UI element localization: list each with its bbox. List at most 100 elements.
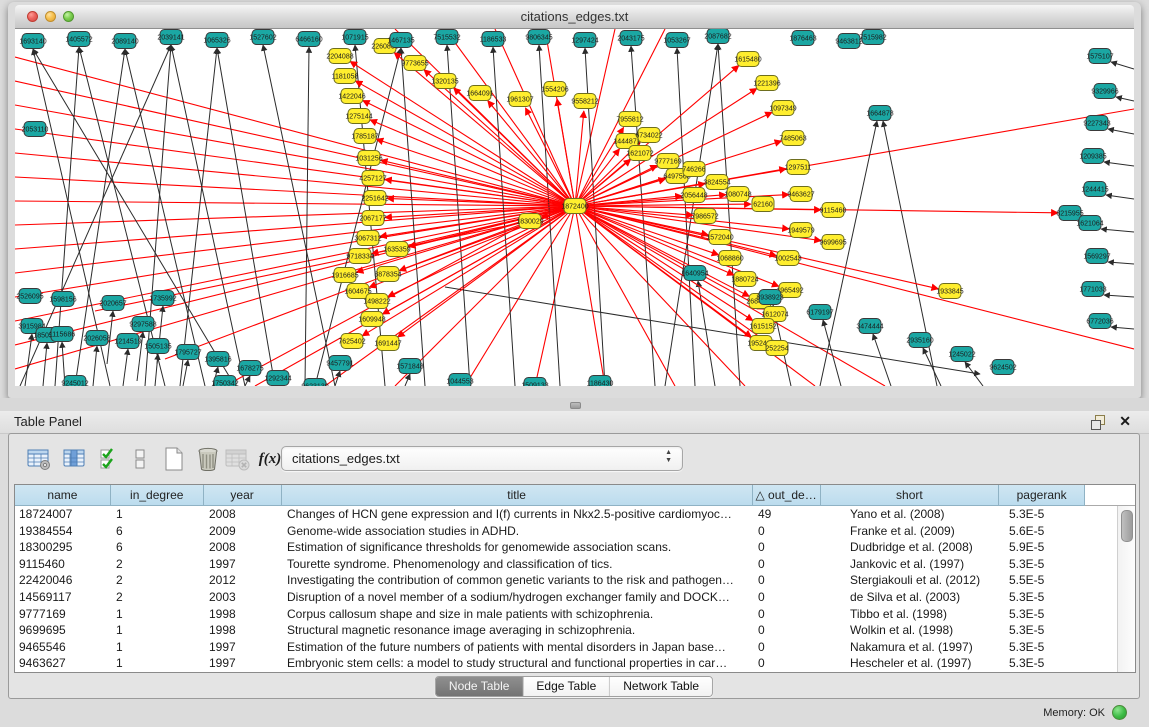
column-header-out_de[interactable]: △ out_de… <box>753 485 821 506</box>
hub-node[interactable]: 1872400 <box>561 199 588 214</box>
graph-node[interactable]: 9624502 <box>989 360 1016 375</box>
graph-node[interactable]: 1750342 <box>211 376 238 387</box>
cell-in_degree[interactable]: 1 <box>111 655 204 672</box>
graph-node[interactable]: 9777169 <box>654 154 681 169</box>
graph-node[interactable]: 1320135 <box>431 74 458 89</box>
graph-node[interactable]: 6466160 <box>295 32 322 47</box>
cell-title[interactable]: Investigating the contribution of common… <box>282 572 754 589</box>
graph-node[interactable]: 1615480 <box>734 52 761 67</box>
graph-node[interactable]: 2056448 <box>680 188 707 203</box>
graph-node[interactable]: 2251642 <box>361 191 388 206</box>
graph-node[interactable]: 2026058 <box>83 331 110 346</box>
cell-title[interactable]: Corpus callosum shape and size in male p… <box>282 606 754 623</box>
graph-node[interactable]: 1186430 <box>587 376 614 387</box>
graph-node[interactable]: 1186533 <box>480 32 507 47</box>
graph-node[interactable]: 9623130 <box>301 379 328 387</box>
cell-year[interactable]: 1998 <box>204 606 282 623</box>
graph-node[interactable]: 9329966 <box>1091 84 1118 99</box>
graph-node[interactable]: 7485063 <box>779 131 806 146</box>
graph-node[interactable]: 2087682 <box>704 29 731 44</box>
table-row[interactable]: 946554611997Estimation of the future num… <box>15 639 1135 656</box>
function-builder-icon[interactable]: f(x) <box>255 444 285 474</box>
graph-node[interactable]: 1275144 <box>345 109 372 124</box>
cell-year[interactable]: 2008 <box>204 506 282 523</box>
graph-node[interactable]: 1795727 <box>174 345 201 360</box>
graph-node[interactable]: 1880724 <box>731 272 758 287</box>
table-row[interactable]: 1872400712008Changes of HCN gene express… <box>15 506 1135 523</box>
cell-out_de[interactable]: 0 <box>754 606 822 623</box>
table-row[interactable]: 1830029562008Estimation of significance … <box>15 539 1135 556</box>
scrollbar-thumb[interactable] <box>1121 510 1133 542</box>
graph-node[interactable]: 9558212 <box>571 94 598 109</box>
new-document-icon[interactable] <box>161 444 191 474</box>
cell-title[interactable]: Estimation of significance thresholds fo… <box>282 539 754 556</box>
cell-pagerank[interactable]: 5.9E-5 <box>1001 539 1087 556</box>
graph-node[interactable]: 1209385 <box>1079 149 1106 164</box>
cell-out_de[interactable]: 0 <box>754 556 822 573</box>
graph-node[interactable]: 9718334 <box>346 249 373 264</box>
cell-title[interactable]: Estimation of the future numbers of pati… <box>282 639 754 656</box>
graph-node[interactable]: 1053267 <box>663 33 690 48</box>
graph-node[interactable]: 4257127 <box>359 171 386 186</box>
graph-node[interactable]: 8878354 <box>374 267 401 282</box>
network-canvas[interactable]: 2204088118105814220461275144178518710312… <box>15 29 1134 386</box>
cell-name[interactable]: 9699695 <box>15 622 111 639</box>
cell-short[interactable]: Franke et al. (2009) <box>822 523 1001 540</box>
graph-node[interactable]: 1395816 <box>204 352 231 367</box>
delete-icon[interactable] <box>195 444 225 474</box>
select-all-icon[interactable] <box>97 444 127 474</box>
cell-year[interactable]: 2008 <box>204 539 282 556</box>
graph-node[interactable]: 746266 <box>682 162 705 177</box>
cell-name[interactable]: 9115460 <box>15 556 111 573</box>
column-header-name[interactable]: name <box>15 485 111 506</box>
graph-node[interactable]: 1244415 <box>1081 182 1108 197</box>
graph-node[interactable]: 7955812 <box>616 112 643 127</box>
cell-pagerank[interactable]: 5.6E-5 <box>1001 523 1087 540</box>
graph-node[interactable]: 1635359 <box>383 242 410 257</box>
graph-node[interactable]: 62160 <box>752 197 774 212</box>
graph-node[interactable]: 2526095 <box>16 289 43 304</box>
graph-node[interactable]: 1640954 <box>681 266 708 281</box>
cell-in_degree[interactable]: 1 <box>111 606 204 623</box>
cell-pagerank[interactable]: 5.3E-5 <box>1001 655 1087 672</box>
graph-node[interactable]: 2204088 <box>326 49 353 64</box>
graph-node[interactable]: 7515532 <box>433 30 460 45</box>
cell-name[interactable]: 14569117 <box>15 589 111 606</box>
cell-pagerank[interactable]: 5.3E-5 <box>1001 622 1087 639</box>
column-header-title[interactable]: title <box>282 485 753 506</box>
cell-pagerank[interactable]: 5.3E-5 <box>1001 506 1087 523</box>
cell-in_degree[interactable]: 1 <box>111 639 204 656</box>
cell-title[interactable]: Genome-wide association studies in ADHD. <box>282 523 754 540</box>
cell-short[interactable]: Yano et al. (2008) <box>822 506 1001 523</box>
graph-node[interactable]: 7625402 <box>338 334 365 349</box>
cell-year[interactable]: 1997 <box>204 556 282 573</box>
graph-node[interactable]: 9463627 <box>787 187 814 202</box>
clear-selection-icon[interactable] <box>131 444 161 474</box>
cell-pagerank[interactable]: 5.3E-5 <box>1001 556 1087 573</box>
graph-node[interactable]: 2053110 <box>22 122 49 137</box>
table-source-select[interactable]: citations_edges.txt ▲▼ <box>281 446 683 471</box>
table-row[interactable]: 1456911722003Disruption of a novel membe… <box>15 589 1135 606</box>
cell-out_de[interactable]: 0 <box>754 523 822 540</box>
graph-node[interactable]: 1221396 <box>753 76 780 91</box>
graph-node[interactable]: 252254 <box>765 341 788 356</box>
graph-node[interactable]: 7515982 <box>859 30 886 45</box>
graph-node[interactable]: 6179197 <box>806 305 833 320</box>
graph-node[interactable]: 1554206 <box>541 82 568 97</box>
cell-name[interactable]: 9465546 <box>15 639 111 656</box>
cell-name[interactable]: 18724007 <box>15 506 111 523</box>
cell-year[interactable]: 2003 <box>204 589 282 606</box>
graph-node[interactable]: 1292344 <box>264 371 291 386</box>
panel-splitter[interactable] <box>0 398 1149 411</box>
graph-node[interactable]: 9806345 <box>525 30 552 45</box>
graph-node[interactable]: 1405572 <box>65 32 92 47</box>
cell-out_de[interactable]: 0 <box>754 655 822 672</box>
graph-node[interactable]: 1002543 <box>774 251 801 266</box>
graph-node[interactable]: 1245022 <box>948 347 975 362</box>
cell-in_degree[interactable]: 6 <box>111 539 204 556</box>
table-row[interactable]: 969969511998Structural magnetic resonanc… <box>15 622 1135 639</box>
graph-node[interactable]: 1609948 <box>358 312 385 327</box>
graph-node[interactable]: 1080748 <box>724 187 751 202</box>
cell-title[interactable]: Tourette syndrome. Phenomenology and cla… <box>282 556 754 573</box>
graph-node[interactable]: 1621064 <box>1076 216 1103 231</box>
